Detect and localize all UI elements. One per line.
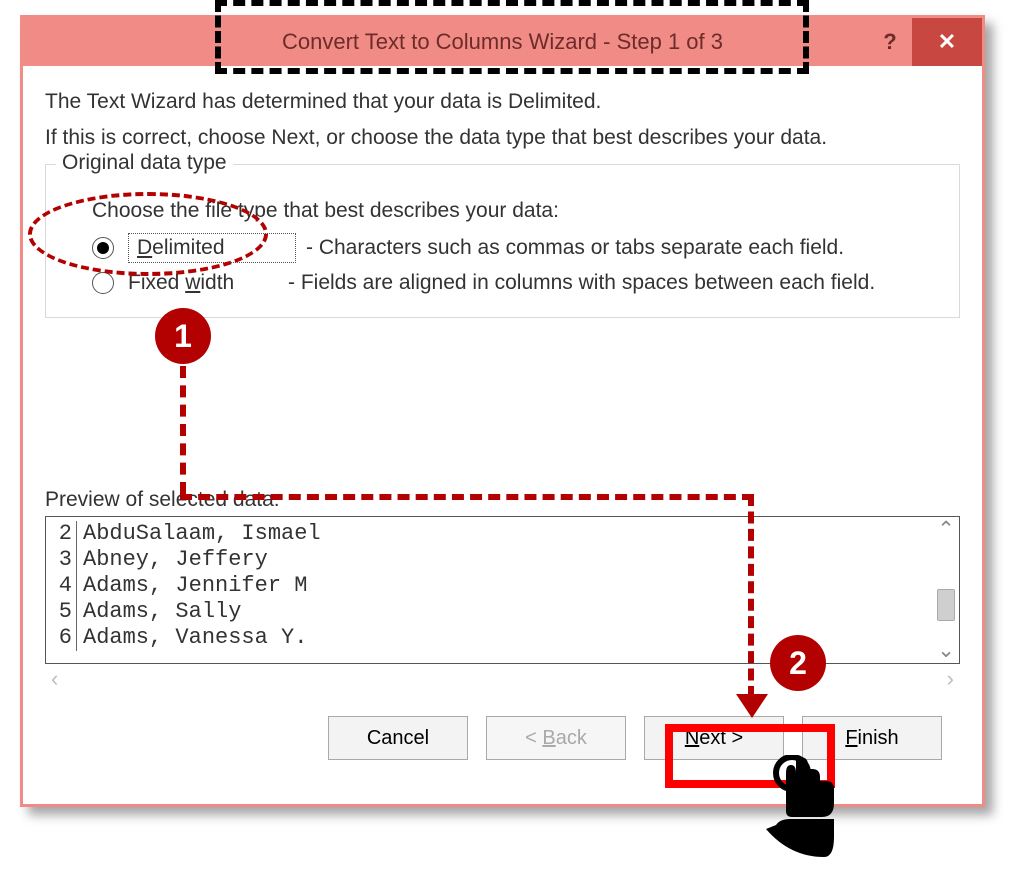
preview-row: 2AbduSalaam, Ismael xyxy=(54,521,929,547)
option-delimited-desc: - Characters such as commas or tabs sepa… xyxy=(306,236,844,260)
intro-line-1: The Text Wizard has determined that your… xyxy=(45,90,960,114)
help-button[interactable]: ? xyxy=(870,18,910,66)
intro-line-2: If this is correct, choose Next, or choo… xyxy=(45,126,960,150)
scroll-right-icon[interactable]: › xyxy=(947,666,954,692)
close-button[interactable]: ✕ xyxy=(912,18,982,66)
option-fixed-desc: - Fields are aligned in columns with spa… xyxy=(288,271,875,295)
wizard-dialog: Convert Text to Columns Wizard - Step 1 … xyxy=(20,15,985,807)
scroll-up-icon[interactable]: ⌃ xyxy=(937,517,955,542)
back-button: < Back xyxy=(486,716,626,760)
option-delimited-label[interactable]: Delimited xyxy=(128,233,296,263)
cancel-button[interactable]: Cancel xyxy=(328,716,468,760)
dialog-body: The Text Wizard has determined that your… xyxy=(23,66,982,760)
group-legend: Original data type xyxy=(56,151,233,175)
option-delimited-row: Delimited - Characters such as commas or… xyxy=(92,233,941,263)
option-delimited-radio[interactable] xyxy=(92,237,114,259)
preview-row: 4Adams, Jennifer M xyxy=(54,573,929,599)
preview-label: Preview of selected data: xyxy=(45,488,960,512)
option-fixed-radio[interactable] xyxy=(92,272,114,294)
preview-row: 3Abney, Jeffery xyxy=(54,547,929,573)
original-data-type-group: Original data type Choose the file type … xyxy=(45,164,960,318)
title-bar: Convert Text to Columns Wizard - Step 1 … xyxy=(23,18,982,66)
option-fixed-row: Fixed width - Fields are aligned in colu… xyxy=(92,271,941,295)
horizontal-scrollbar[interactable]: ‹ › xyxy=(45,664,960,694)
finish-button[interactable]: Finish xyxy=(802,716,942,760)
vertical-scrollbar[interactable]: ⌃ ⌄ xyxy=(933,517,959,663)
group-prompt: Choose the file type that best describes… xyxy=(92,199,941,223)
preview-content: 2AbduSalaam, Ismael 3Abney, Jeffery 4Ada… xyxy=(54,521,929,659)
preview-box: 2AbduSalaam, Ismael 3Abney, Jeffery 4Ada… xyxy=(45,516,960,664)
button-bar: Cancel < Back Next > Finish xyxy=(45,694,960,760)
scroll-thumb[interactable] xyxy=(937,589,955,621)
scroll-left-icon[interactable]: ‹ xyxy=(51,666,58,692)
preview-row: 5Adams, Sally xyxy=(54,599,929,625)
scroll-down-icon[interactable]: ⌄ xyxy=(937,638,955,663)
next-button[interactable]: Next > xyxy=(644,716,784,760)
option-fixed-label[interactable]: Fixed width xyxy=(128,271,278,295)
window-title: Convert Text to Columns Wizard - Step 1 … xyxy=(23,29,982,55)
preview-row: 6Adams, Vanessa Y. xyxy=(54,625,929,651)
